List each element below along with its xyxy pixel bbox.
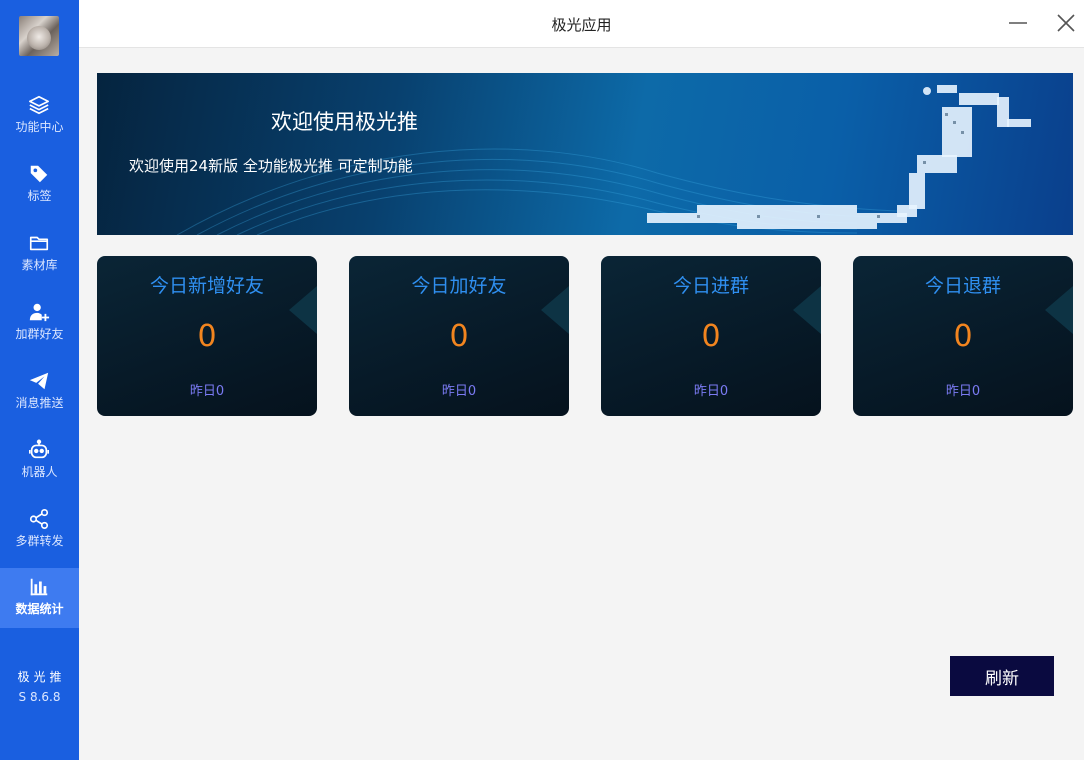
- sidebar-item-tags[interactable]: 标签: [0, 155, 79, 215]
- stat-title: 今日退群: [924, 275, 1001, 297]
- stat-title: 今日加好友: [411, 275, 507, 297]
- sidebar-item-multi-group-forward[interactable]: 多群转发: [0, 500, 79, 560]
- sidebar-item-function-center[interactable]: 功能中心: [0, 86, 79, 146]
- minimize-icon[interactable]: [1007, 12, 1029, 34]
- bar-chart-icon: [30, 578, 48, 596]
- add-user-icon: [29, 303, 50, 322]
- stat-card-left-groups-today: 今日退群 0 昨日0: [853, 256, 1073, 416]
- sidebar-item-add-group-friends[interactable]: 加群好友: [0, 293, 79, 353]
- title-bar: 极光应用: [79, 0, 1084, 48]
- close-icon[interactable]: [1055, 12, 1077, 34]
- stat-value: 0: [197, 319, 217, 354]
- sidebar-item-material-library[interactable]: 素材库: [0, 224, 79, 284]
- sidebar-item-label: 功能中心: [15, 120, 64, 134]
- stat-value: 0: [449, 319, 469, 354]
- sidebar-item-label: 素材库: [21, 258, 58, 272]
- folder-icon: [29, 236, 49, 251]
- stat-yesterday: 昨日0: [189, 384, 225, 399]
- robot-icon: [29, 439, 49, 459]
- sidebar-item-label: 标签: [27, 189, 52, 203]
- welcome-banner: 欢迎使用极光推 欢迎使用24新版 全功能极光推 可定制功能: [97, 73, 1073, 235]
- stat-card-joined-groups-today: 今日进群 0 昨日0: [601, 256, 821, 416]
- app-version: S 8.6.8: [18, 690, 61, 704]
- sidebar-item-label: 多群转发: [15, 534, 64, 548]
- stat-yesterday: 昨日0: [945, 384, 981, 399]
- avatar[interactable]: [19, 16, 59, 56]
- sidebar-item-label: 数据统计: [15, 602, 64, 616]
- brand-name: 极光推: [17, 670, 66, 684]
- stat-card-added-friends-today: 今日加好友 0 昨日0: [349, 256, 569, 416]
- stat-yesterday: 昨日0: [441, 384, 477, 399]
- stat-yesterday: 昨日0: [693, 384, 729, 399]
- window-title: 极光应用: [551, 16, 612, 34]
- refresh-button[interactable]: 刷新: [950, 656, 1054, 696]
- sidebar: 功能中心 标签 素材库 加群好友 消息推送 机器人 多群转发 数据统计 极光推 …: [0, 0, 79, 760]
- sidebar-item-label: 消息推送: [15, 396, 64, 410]
- stat-value: 0: [953, 319, 973, 354]
- sidebar-item-label: 加群好友: [15, 327, 64, 341]
- sidebar-item-label: 机器人: [21, 465, 58, 479]
- banner-graphic: [176, 85, 1031, 235]
- banner-subtitle: 欢迎使用24新版 全功能极光推 可定制功能: [129, 157, 413, 175]
- stat-value: 0: [701, 319, 721, 354]
- banner-title: 欢迎使用极光推: [271, 110, 418, 134]
- stat-title: 今日进群: [672, 275, 749, 297]
- layers-icon: [29, 95, 49, 115]
- sidebar-item-data-statistics[interactable]: 数据统计: [0, 568, 79, 628]
- sidebar-item-message-push[interactable]: 消息推送: [0, 362, 79, 422]
- sidebar-item-robot[interactable]: 机器人: [0, 431, 79, 491]
- tag-icon: [30, 165, 48, 183]
- stat-card-new-friends-today: 今日新增好友 0 昨日0: [97, 256, 317, 416]
- send-icon: [29, 372, 49, 390]
- share-icon: [29, 509, 49, 529]
- stat-title: 今日新增好友: [149, 275, 264, 297]
